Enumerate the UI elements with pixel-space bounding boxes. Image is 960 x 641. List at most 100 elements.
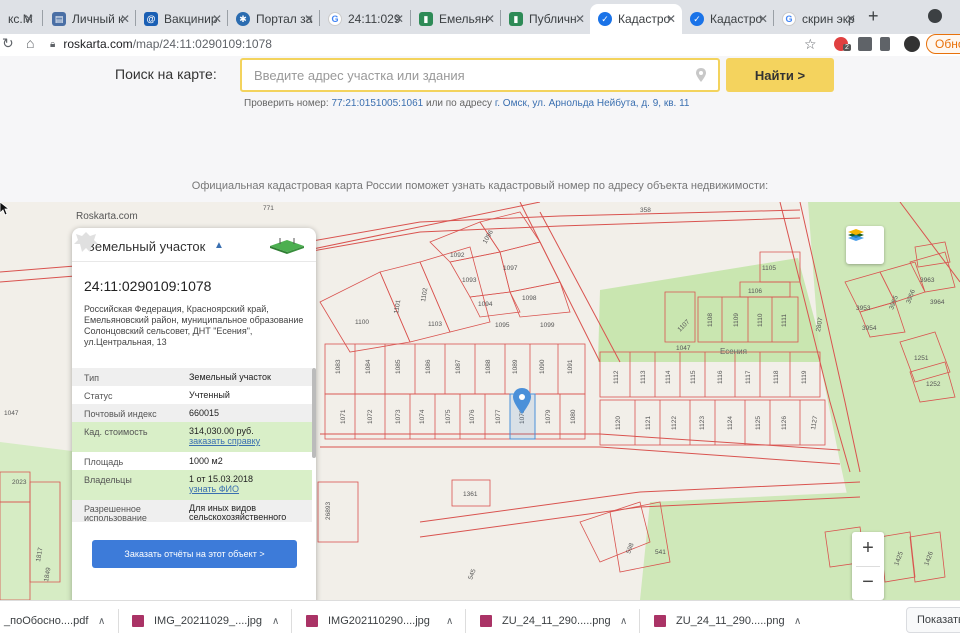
update-button[interactable]: Обно	[926, 34, 960, 54]
cadastral-map[interactable]: 771 358 1096 1092 1097 1093 1098 1094 1095 1…	[0, 202, 960, 600]
address-bar[interactable]: 🔒︎ roskarta.com/map/24:11:0290109:1078	[50, 34, 830, 54]
zoom-out-button[interactable]: −	[852, 566, 884, 600]
close-tab-icon[interactable]: ✕	[212, 12, 222, 26]
svg-text:1101: 1101	[393, 299, 402, 314]
download-filename: IMG_20211029_....jpg	[154, 615, 263, 627]
find-button[interactable]: Найти >	[726, 58, 834, 92]
browser-tab[interactable]: G скрин экр ✕	[774, 4, 862, 34]
map-site-icon: ▮	[419, 12, 433, 26]
card-header[interactable]: Земельный участок ▲	[72, 228, 316, 262]
order-certificate-link[interactable]: заказать справку	[189, 436, 260, 446]
svg-text:1106: 1106	[748, 288, 762, 295]
chevron-up-icon[interactable]: ∧	[98, 616, 105, 627]
browser-tab[interactable]: G 24:11:029 ✕	[320, 4, 410, 34]
svg-text:1092: 1092	[450, 252, 465, 259]
new-tab-button[interactable]: +	[868, 6, 879, 27]
svg-text:1120: 1120	[615, 416, 622, 430]
download-item[interactable]: ZU_24_11_290.....png ∧	[654, 601, 809, 641]
close-tab-icon[interactable]: ✕	[758, 12, 768, 26]
lab-flask-icon[interactable]	[880, 37, 890, 51]
svg-text:3964: 3964	[930, 299, 945, 306]
svg-text:1095: 1095	[495, 322, 510, 329]
map-site-icon: ▮	[509, 12, 523, 26]
hint-number-link[interactable]: 77:21:0151005:1061	[331, 98, 423, 109]
home-icon[interactable]: ⌂	[26, 35, 34, 51]
browser-tab[interactable]: ✱ Портал за ✕	[228, 4, 320, 34]
layers-icon	[848, 229, 864, 241]
download-item[interactable]: _поОбосно....pdf ∧	[4, 601, 112, 641]
svg-text:1118: 1118	[773, 370, 780, 384]
close-tab-icon[interactable]: ✕	[485, 12, 495, 26]
close-tab-icon[interactable]: ✕	[575, 12, 585, 26]
info-text: Официальная кадастровая карта России пом…	[191, 180, 769, 192]
browser-tab[interactable]: ✓ Кадастро ✕	[682, 4, 774, 34]
svg-text:1117: 1117	[745, 370, 752, 384]
chevron-up-icon[interactable]: ∧	[272, 616, 279, 627]
avatar[interactable]	[904, 36, 920, 52]
chevron-up-icon[interactable]: ▲	[214, 240, 224, 251]
reload-icon[interactable]: ↻	[2, 35, 14, 52]
order-reports-button[interactable]: Заказать отчёты на этот объект >	[92, 540, 297, 568]
close-tab-icon[interactable]: ✕	[394, 12, 404, 26]
svg-text:545: 545	[467, 568, 477, 581]
svg-text:3963: 3963	[920, 277, 935, 284]
extension-badge: 2	[843, 44, 851, 51]
lock-icon: 🔒︎	[50, 38, 56, 50]
extensions-puzzle-icon[interactable]	[858, 37, 872, 51]
search-input[interactable]: Введите адрес участка или здания	[240, 58, 720, 92]
village-label: Есения	[720, 347, 747, 356]
property-row: Владельцы 1 от 15.03.2018 узнать ФИО	[72, 470, 312, 500]
svg-text:1121: 1121	[645, 416, 652, 430]
svg-text:3954: 3954	[862, 325, 877, 332]
svg-text:1047: 1047	[4, 410, 19, 417]
browser-toolbar: ↻ ⌂ 🔒︎ roskarta.com/map/24:11:0290109:10…	[0, 34, 960, 56]
chevron-up-icon[interactable]: ∧	[794, 616, 801, 627]
svg-text:1361: 1361	[463, 491, 478, 498]
svg-text:1084: 1084	[365, 359, 372, 374]
svg-text:1072: 1072	[367, 409, 374, 424]
chevron-up-icon[interactable]: ∧	[620, 616, 627, 627]
hint-address-link[interactable]: г. Омск, ул. Арнольда Нейбута, д. 9, кв.…	[495, 98, 690, 109]
svg-text:1103: 1103	[428, 321, 442, 328]
browser-tab[interactable]: @ Вакцинир ✕	[136, 4, 228, 34]
svg-text:1076: 1076	[469, 409, 476, 424]
download-item[interactable]: IMG_20211029_....jpg ∧	[132, 601, 287, 641]
download-shelf: _поОбосно....pdf ∧ IMG_20211029_....jpg …	[0, 600, 960, 640]
svg-text:1252: 1252	[926, 381, 941, 388]
layers-button[interactable]	[846, 226, 884, 264]
close-tab-icon[interactable]: ✕	[24, 12, 34, 26]
download-filename: ZU_24_11_290.....png	[502, 615, 611, 627]
card-scrollbar[interactable]	[312, 368, 316, 458]
show-all-downloads-button[interactable]: Показать	[906, 607, 960, 633]
bookmark-star-icon[interactable]: ☆	[804, 36, 817, 53]
svg-text:1115: 1115	[690, 370, 697, 384]
close-tab-icon[interactable]: ✕	[846, 12, 856, 26]
download-filename: _поОбосно....pdf	[4, 615, 89, 627]
check-badge-icon: ✓	[598, 12, 612, 26]
map-brand: Roskarta.com	[76, 211, 138, 222]
svg-text:358: 358	[640, 207, 651, 214]
close-tab-icon[interactable]: ✕	[666, 12, 676, 26]
browser-tab[interactable]: ▮ Публичн ✕	[501, 4, 591, 34]
chevron-up-icon[interactable]: ∧	[446, 616, 453, 627]
close-tab-icon[interactable]: ✕	[120, 12, 130, 26]
tab-search-icon[interactable]	[928, 9, 942, 23]
download-item[interactable]: IMG202110290....jpg ∧	[306, 601, 461, 641]
location-pin-icon	[696, 68, 706, 82]
owner-name-link[interactable]: узнать ФИО	[189, 484, 253, 494]
browser-tab-active[interactable]: ✓ Кадастро ✕	[590, 4, 682, 34]
browser-tab[interactable]: ▮ Емельян ✕	[411, 4, 501, 34]
zoom-in-button[interactable]: +	[852, 532, 884, 566]
browser-tab[interactable]: кс.М ✕	[0, 4, 40, 34]
cadastral-number: 24:11:0290109:1078	[84, 278, 212, 294]
close-tab-icon[interactable]: ✕	[304, 12, 314, 26]
svg-text:1123: 1123	[699, 416, 706, 430]
svg-text:1122: 1122	[671, 416, 678, 430]
browser-tab[interactable]: ▤ Личный к ✕	[44, 4, 136, 34]
download-item[interactable]: ZU_24_11_290.....png ∧	[480, 601, 635, 641]
svg-text:1105: 1105	[762, 265, 776, 272]
svg-text:1086: 1086	[425, 359, 432, 374]
svg-text:1071: 1071	[340, 409, 347, 424]
svg-text:1047: 1047	[676, 345, 691, 352]
image-file-icon	[306, 615, 318, 627]
